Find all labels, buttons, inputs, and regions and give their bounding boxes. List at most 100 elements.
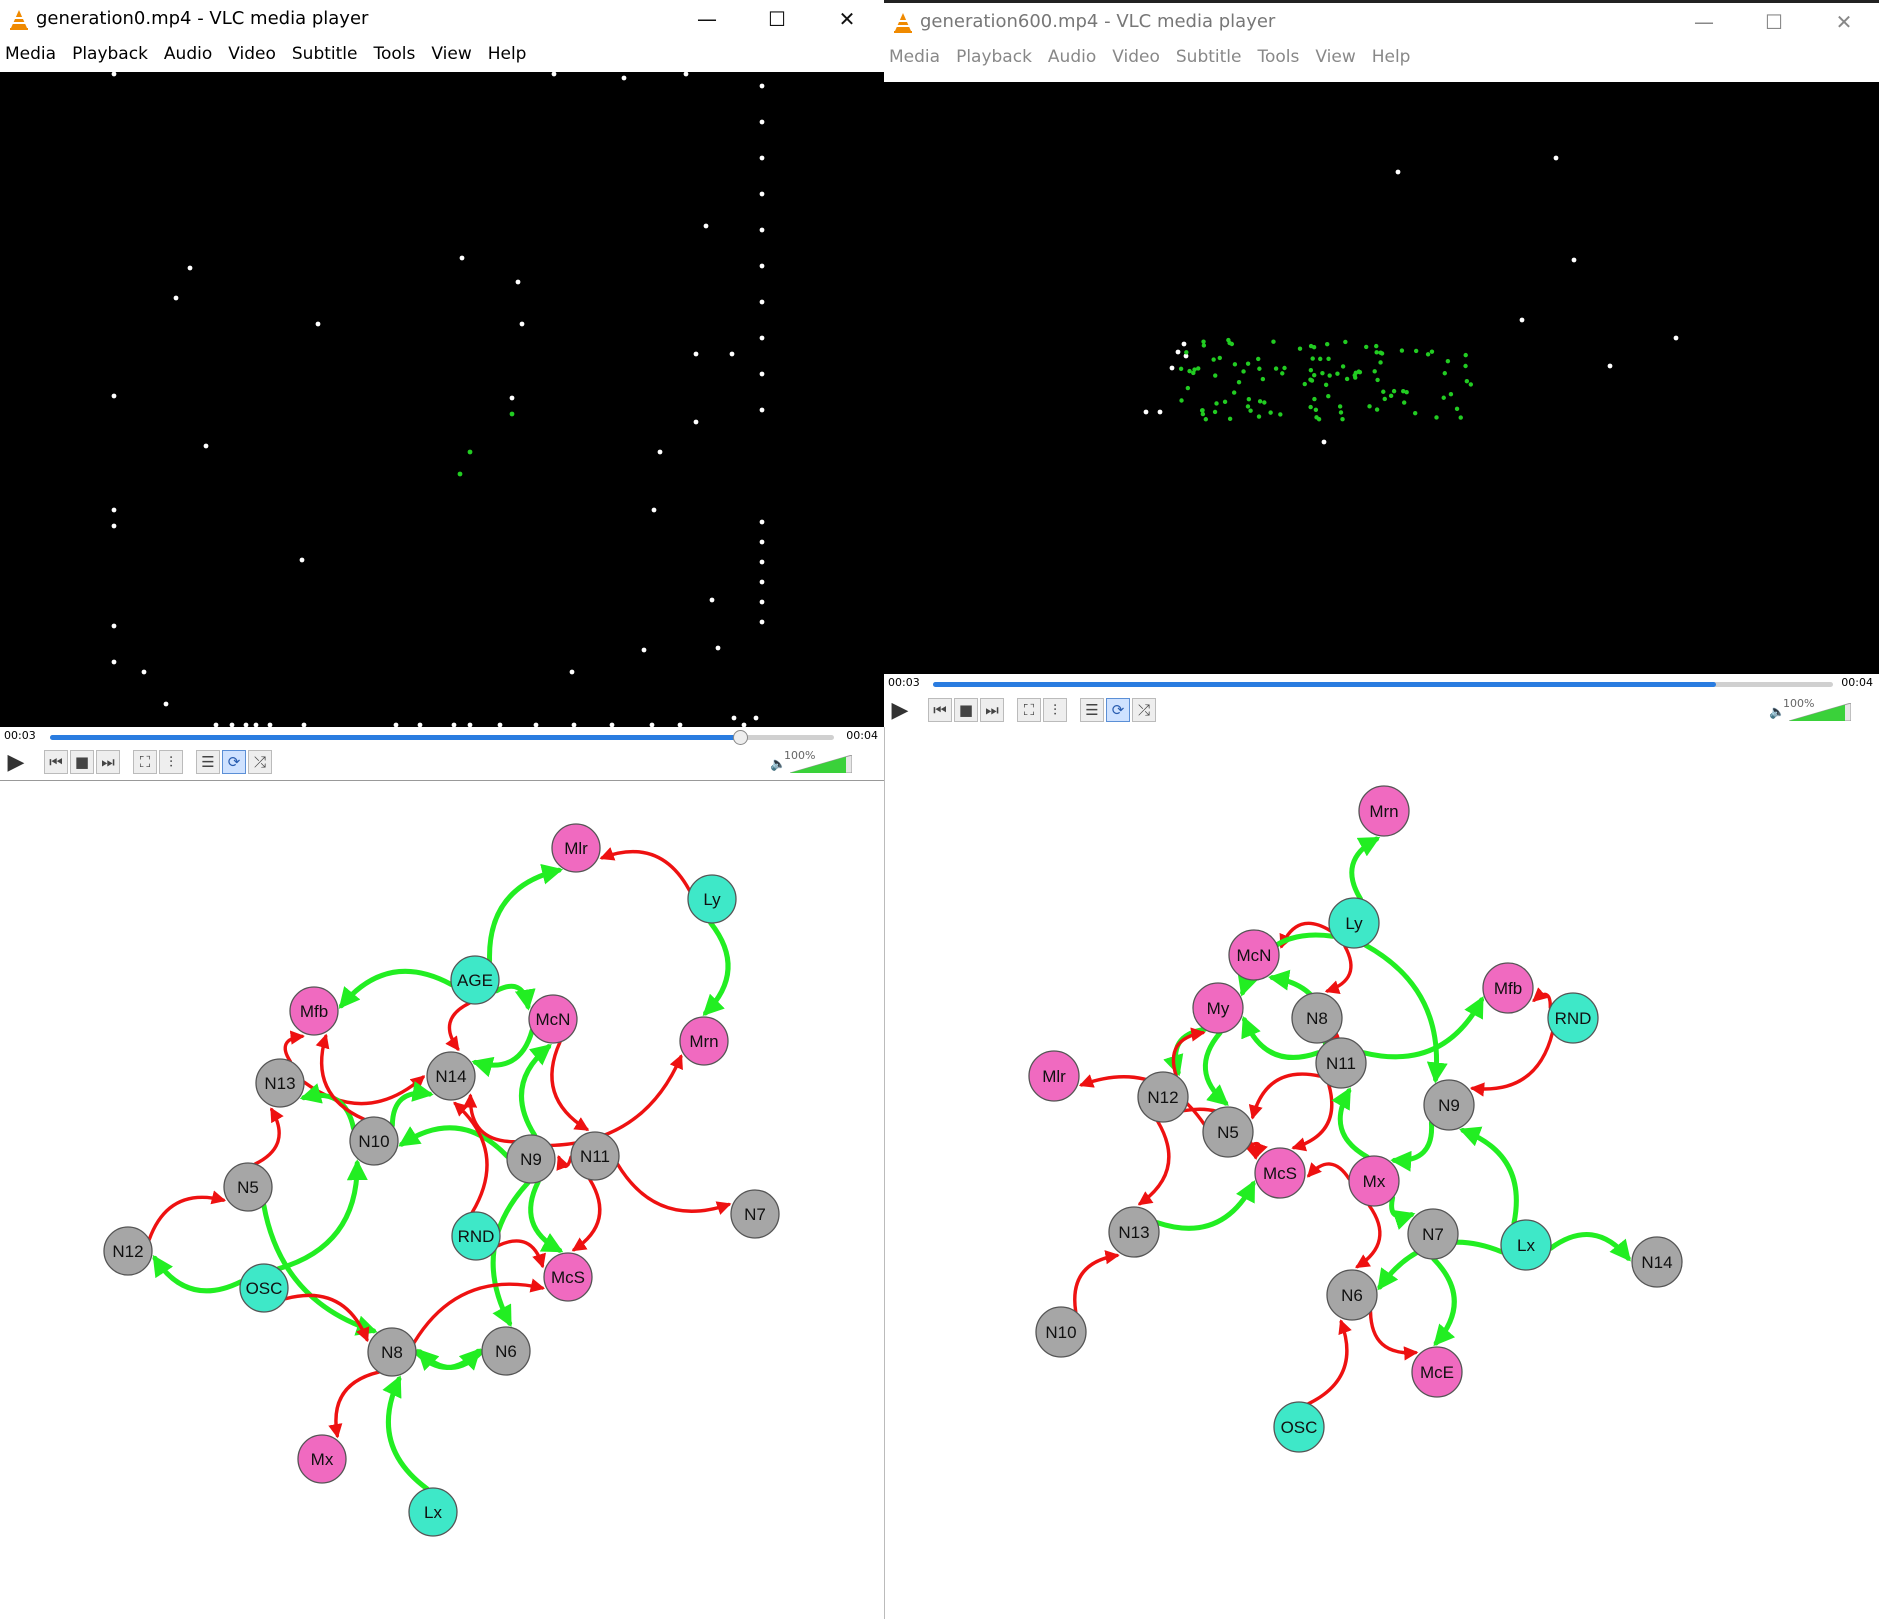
volume-slider[interactable] bbox=[1789, 703, 1851, 721]
previous-button[interactable]: ⏮ bbox=[44, 750, 68, 774]
agent bbox=[1399, 348, 1405, 353]
menu-view[interactable]: View bbox=[431, 44, 471, 70]
particle bbox=[759, 619, 765, 625]
fullscreen-button[interactable]: ⛶ bbox=[1017, 698, 1041, 722]
stop-button[interactable]: ■ bbox=[954, 698, 978, 722]
menu-help[interactable]: Help bbox=[1372, 47, 1411, 73]
node-label: N9 bbox=[520, 1150, 542, 1169]
menu-audio[interactable]: Audio bbox=[164, 44, 212, 70]
edge-N11-McS bbox=[571, 1177, 602, 1252]
agent bbox=[1184, 350, 1189, 355]
agent bbox=[1256, 414, 1262, 419]
menu-media[interactable]: Media bbox=[5, 44, 56, 70]
menu-tools[interactable]: Tools bbox=[373, 44, 415, 70]
time-elapsed: 00:03 bbox=[4, 729, 36, 742]
seek-track[interactable] bbox=[933, 682, 1833, 687]
agent bbox=[1463, 363, 1468, 369]
next-button[interactable]: ⏭ bbox=[96, 750, 120, 774]
node-label: Mx bbox=[1363, 1172, 1386, 1191]
particle bbox=[759, 191, 765, 197]
neural-network-graph-generation0: Mlr Ly AGE Mfb McN Mrn N13 N14 N10 N9 N11 N7 N5 RND N1… bbox=[0, 781, 884, 1619]
agent bbox=[1318, 356, 1323, 362]
menu-help[interactable]: Help bbox=[488, 44, 527, 70]
node-label: Mrn bbox=[1369, 802, 1398, 821]
fullscreen-button[interactable]: ⛶ bbox=[133, 750, 157, 774]
agent bbox=[1245, 404, 1251, 409]
menu-subtitle[interactable]: Subtitle bbox=[292, 44, 358, 70]
node-label: N13 bbox=[264, 1074, 295, 1093]
play-button[interactable]: ▶ bbox=[886, 696, 914, 724]
agent bbox=[1232, 362, 1238, 367]
volume-slider[interactable] bbox=[790, 755, 852, 773]
close-button[interactable]: ✕ bbox=[812, 0, 882, 38]
menu-video[interactable]: Video bbox=[228, 44, 276, 70]
node-McN: McN bbox=[528, 994, 578, 1044]
menu-video[interactable]: Video bbox=[1112, 47, 1160, 73]
next-button[interactable]: ⏭ bbox=[980, 698, 1004, 722]
maximize-button[interactable]: ☐ bbox=[1739, 3, 1809, 41]
edge-AGE-Mlr bbox=[487, 863, 564, 964]
agent bbox=[1388, 393, 1394, 399]
agent bbox=[1412, 410, 1418, 416]
node-N11: N11 bbox=[1315, 1037, 1367, 1089]
menu-subtitle[interactable]: Subtitle bbox=[1176, 47, 1242, 73]
agent bbox=[1222, 399, 1228, 405]
node-label: N8 bbox=[381, 1343, 403, 1362]
menu-media[interactable]: Media bbox=[889, 47, 940, 73]
agent bbox=[1413, 348, 1419, 354]
agent bbox=[1367, 404, 1372, 409]
agent bbox=[1468, 382, 1474, 387]
agent bbox=[1211, 357, 1216, 362]
previous-button[interactable]: ⏮ bbox=[928, 698, 952, 722]
seek-track[interactable] bbox=[50, 730, 834, 745]
video-area[interactable] bbox=[884, 82, 1879, 674]
edge-N11-N5 bbox=[1248, 1072, 1322, 1120]
loop-button[interactable]: ⟳ bbox=[222, 750, 246, 774]
particle bbox=[187, 265, 193, 271]
agent bbox=[1372, 369, 1377, 374]
agent bbox=[1454, 406, 1460, 412]
stop-button[interactable]: ■ bbox=[70, 750, 94, 774]
particle bbox=[299, 557, 305, 563]
particle bbox=[173, 295, 179, 301]
random-button[interactable]: ⤮ bbox=[1132, 698, 1156, 722]
seek-bar[interactable]: 00:03 00:04 bbox=[0, 727, 884, 747]
title-bar[interactable]: generation0.mp4 - VLC media player — ☐ ✕ bbox=[0, 0, 884, 38]
title-bar[interactable]: generation600.mp4 - VLC media player — ☐… bbox=[884, 3, 1879, 41]
volume-control[interactable]: 🔈 100% bbox=[1769, 697, 1859, 723]
minimize-button[interactable]: — bbox=[1669, 3, 1739, 41]
menu-tools[interactable]: Tools bbox=[1257, 47, 1299, 73]
close-button[interactable]: ✕ bbox=[1809, 3, 1879, 41]
particle bbox=[709, 597, 715, 603]
edge-N9-Mrn bbox=[549, 1054, 683, 1148]
node-label: Lx bbox=[1517, 1236, 1535, 1255]
extended-settings-button[interactable]: ⫶ bbox=[1043, 698, 1067, 722]
edge-N10-N14 bbox=[389, 1081, 434, 1129]
menu-view[interactable]: View bbox=[1315, 47, 1355, 73]
playlist-button[interactable]: ☰ bbox=[1080, 698, 1104, 722]
seek-bar[interactable]: 00:03 00:04 bbox=[884, 674, 1879, 694]
play-button[interactable]: ▶ bbox=[2, 748, 30, 776]
agent bbox=[509, 411, 515, 417]
particle bbox=[759, 155, 765, 161]
node-label: N6 bbox=[1341, 1286, 1363, 1305]
minimize-button[interactable]: — bbox=[672, 0, 742, 38]
agent bbox=[1241, 369, 1246, 374]
volume-control[interactable]: 🔈 100% bbox=[770, 749, 860, 775]
random-button[interactable]: ⤮ bbox=[248, 750, 272, 774]
maximize-button[interactable]: ☐ bbox=[742, 0, 812, 38]
particle bbox=[759, 559, 765, 565]
menu-playback[interactable]: Playback bbox=[72, 44, 148, 70]
edge-N12-N5 bbox=[147, 1190, 227, 1242]
agent bbox=[1364, 344, 1369, 350]
playlist-button[interactable]: ☰ bbox=[196, 750, 220, 774]
video-area[interactable] bbox=[0, 72, 884, 727]
agent bbox=[1308, 377, 1313, 382]
loop-button[interactable]: ⟳ bbox=[1106, 698, 1130, 722]
seek-handle[interactable] bbox=[732, 730, 748, 745]
menu-audio[interactable]: Audio bbox=[1048, 47, 1096, 73]
particle bbox=[515, 279, 521, 285]
control-bar: ▶ ⏮ ■ ⏭ ⛶ ⫶ ☰ ⟳ ⤮ 🔈 100% bbox=[0, 747, 884, 777]
extended-settings-button[interactable]: ⫶ bbox=[159, 750, 183, 774]
menu-playback[interactable]: Playback bbox=[956, 47, 1032, 73]
